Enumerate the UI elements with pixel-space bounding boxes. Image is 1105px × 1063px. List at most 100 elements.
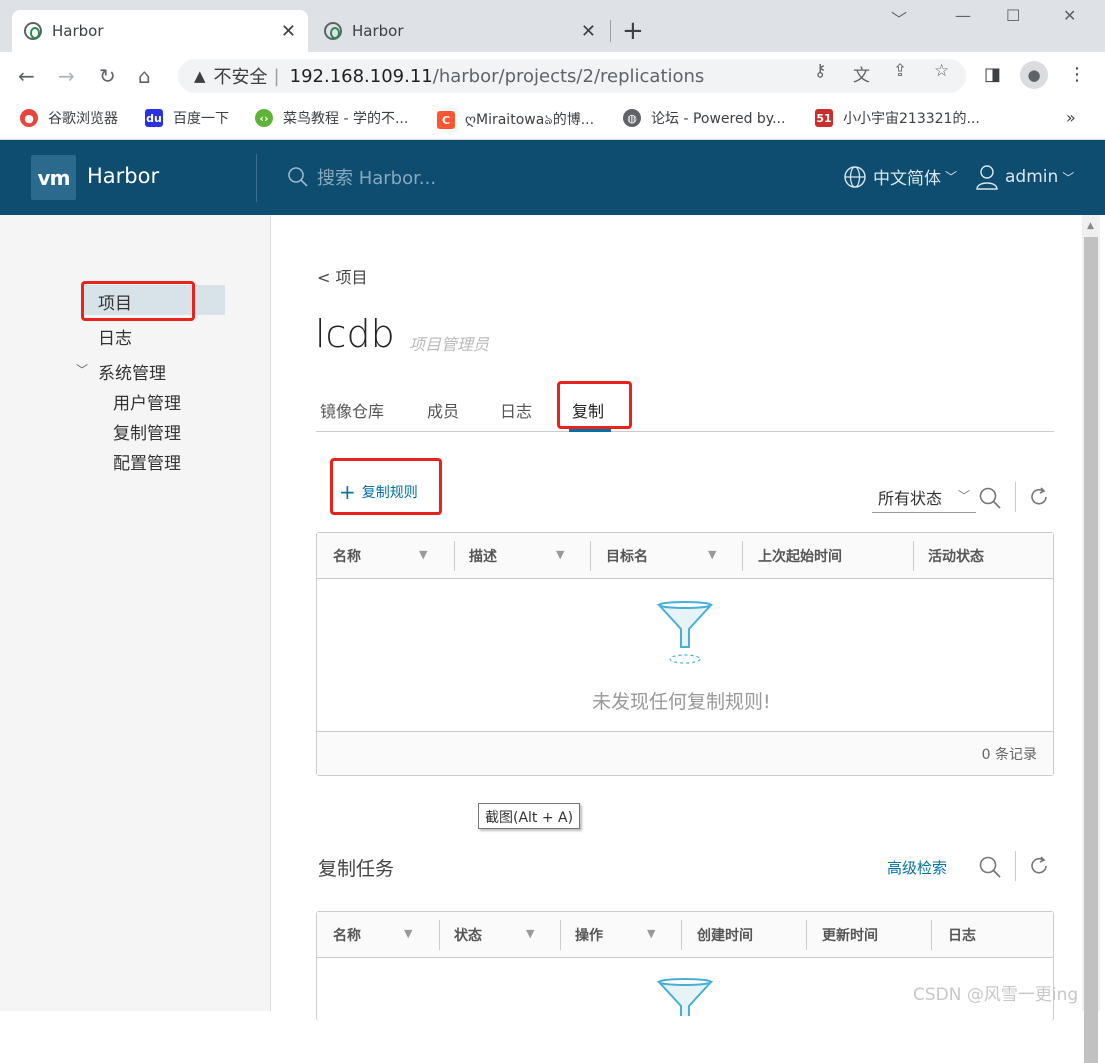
address-bar[interactable]: ▲ 不安全 | 192.168.109.11 /harbor/projects/…: [178, 59, 966, 93]
home-icon[interactable]: ⌂: [138, 64, 151, 88]
minimize-icon[interactable]: —: [955, 6, 971, 25]
browser-tab-strip: Harbor ✕ Harbor ✕ + ﹀ — ☐ ✕: [0, 0, 1105, 52]
column-header[interactable]: 目标名: [606, 546, 648, 566]
column-header[interactable]: 上次起始时间: [758, 546, 842, 566]
column-header[interactable]: 名称: [333, 925, 361, 945]
filter-funnel-icon[interactable]: ▼: [526, 927, 534, 940]
share-icon[interactable]: ⇪: [893, 61, 907, 81]
refresh-icon[interactable]: [1028, 486, 1050, 508]
browser-tab-inactive[interactable]: Harbor ✕: [312, 10, 608, 52]
bookmark-label: 论坛 - Powered by...: [651, 111, 786, 127]
search-icon[interactable]: [978, 855, 1002, 879]
scroll-up-icon[interactable]: ▲: [1087, 221, 1094, 231]
search-icon[interactable]: [978, 486, 1002, 510]
forward-arrow-icon[interactable]: →: [58, 64, 75, 88]
filter-funnel-icon[interactable]: ▼: [647, 927, 655, 940]
user-icon: [976, 165, 998, 190]
baidu-paw-icon: du: [145, 109, 163, 127]
tab-search-chevron-icon[interactable]: ﹀: [891, 6, 907, 30]
column-header[interactable]: 日志: [948, 925, 976, 945]
maximize-icon[interactable]: ☐: [1006, 6, 1020, 25]
back-to-projects-link[interactable]: < 项目: [317, 264, 368, 288]
column-header[interactable]: 更新时间: [822, 925, 878, 945]
bookmark-item[interactable]: ● 谷歌浏览器: [20, 108, 118, 128]
menu-kebab-icon[interactable]: ⋮: [1068, 64, 1086, 85]
vertical-scrollbar[interactable]: ▲: [1082, 215, 1100, 1063]
page-title: lcdb: [315, 312, 395, 356]
toolbar-divider: [1015, 851, 1016, 881]
sidebar-item-replications[interactable]: 复制管理: [113, 419, 181, 444]
annotation-highlight-box: [557, 381, 632, 429]
reload-icon[interactable]: ↻: [99, 64, 116, 88]
new-tab-button[interactable]: +: [622, 16, 644, 46]
brand-name[interactable]: Harbor: [87, 164, 159, 188]
back-arrow-icon[interactable]: ←: [18, 64, 35, 88]
bookmark-item[interactable]: du 百度一下: [145, 108, 229, 128]
global-search-input[interactable]: 搜索 Harbor...: [287, 164, 436, 190]
scrollbar-thumb[interactable]: [1084, 237, 1098, 1063]
tab-repositories[interactable]: 镜像仓库: [320, 398, 384, 422]
filter-funnel-icon[interactable]: ▼: [556, 548, 564, 561]
tab-members[interactable]: 成员: [427, 398, 459, 422]
close-tab-icon[interactable]: ✕: [581, 21, 596, 42]
close-tab-icon[interactable]: ✕: [281, 21, 296, 42]
bookmark-item[interactable]: ◍ 论坛 - Powered by...: [623, 108, 785, 128]
translate-icon[interactable]: 文: [853, 61, 870, 86]
bookmark-label: 百度一下: [173, 111, 229, 127]
column-header[interactable]: 创建时间: [697, 925, 753, 945]
vmware-logo-icon[interactable]: vm: [31, 155, 76, 200]
status-filter-select[interactable]: 所有状态 ﹀: [872, 485, 976, 513]
filter-funnel-icon[interactable]: ▼: [404, 927, 412, 940]
column-header[interactable]: 活动状态: [928, 546, 984, 566]
column-header[interactable]: 状态: [454, 925, 482, 945]
filter-funnel-icon[interactable]: ▼: [419, 548, 427, 561]
column-header[interactable]: 名称: [333, 546, 361, 566]
harbor-favicon-icon: [24, 22, 42, 40]
refresh-icon[interactable]: [1028, 855, 1050, 877]
tab-title: Harbor: [352, 22, 404, 40]
grid-footer: 0 条记录: [317, 731, 1053, 775]
project-role: 项目管理员: [409, 335, 490, 354]
globe-icon: ◍: [623, 109, 641, 127]
empty-funnel-icon: [656, 601, 714, 664]
grid-header: 名称 ▼ 状态 ▼ 操作 ▼ 创建时间 更新时间 日志: [317, 912, 1053, 958]
user-menu[interactable]: admin ﹀: [975, 164, 1074, 190]
sidebar-item-configuration[interactable]: 配置管理: [113, 449, 181, 474]
key-icon[interactable]: ⚷: [814, 61, 826, 81]
profile-avatar[interactable]: ●: [1020, 61, 1048, 89]
close-window-icon[interactable]: ✕: [1063, 6, 1076, 25]
empty-state-text: 未发现任何复制规则!: [592, 691, 771, 713]
not-secure-warning-icon[interactable]: ▲: [194, 67, 206, 85]
replication-jobs-title: 复制任务: [318, 858, 395, 880]
bookmark-item[interactable]: C ღMiraitowaঌ的博...: [437, 108, 594, 132]
tab-logs[interactable]: 日志: [500, 398, 532, 422]
tab-title: Harbor: [52, 22, 104, 40]
side-panel-icon[interactable]: ◨: [984, 64, 1001, 85]
chrome-icon: ●: [20, 109, 38, 127]
bookmark-label: 菜鸟教程 - 学的不...: [283, 111, 409, 127]
record-count: 0 条记录: [981, 747, 1037, 763]
search-icon: [288, 167, 308, 187]
bookmark-item[interactable]: 51 小小宇宙213321的...: [815, 108, 980, 128]
more-bookmarks-icon[interactable]: »: [1066, 108, 1076, 127]
column-header[interactable]: 操作: [575, 925, 603, 945]
status-filter-value: 所有状态: [878, 489, 943, 508]
sidebar-item-administration[interactable]: 系统管理: [98, 359, 166, 384]
bookmark-star-icon[interactable]: ☆: [934, 61, 949, 81]
sidebar: 项目 日志 ﹀ 系统管理 用户管理 复制管理 配置管理: [0, 215, 271, 1011]
project-tabs: 镜像仓库 成员 日志 复制: [316, 388, 1054, 432]
chevron-down-icon: ﹀: [957, 489, 970, 503]
header-divider: [256, 154, 257, 202]
empty-funnel-icon: [656, 978, 714, 1016]
bookmark-item[interactable]: ‹› 菜鸟教程 - 学的不...: [255, 108, 408, 128]
chevron-down-icon[interactable]: ﹀: [76, 361, 88, 378]
bookmark-label: 谷歌浏览器: [48, 111, 118, 127]
column-header[interactable]: 描述: [469, 546, 497, 566]
language-selector[interactable]: 中文简体 ﹀: [843, 164, 957, 189]
advanced-search-link[interactable]: 高级检索: [887, 857, 947, 878]
sidebar-item-users[interactable]: 用户管理: [113, 389, 181, 414]
filter-funnel-icon[interactable]: ▼: [708, 548, 716, 561]
address-toolbar: ← → ↻ ⌂ ▲ 不安全 | 192.168.109.11 /harbor/p…: [0, 52, 1105, 100]
browser-tab-active[interactable]: Harbor ✕: [12, 10, 308, 52]
sidebar-item-logs[interactable]: 日志: [98, 324, 132, 349]
